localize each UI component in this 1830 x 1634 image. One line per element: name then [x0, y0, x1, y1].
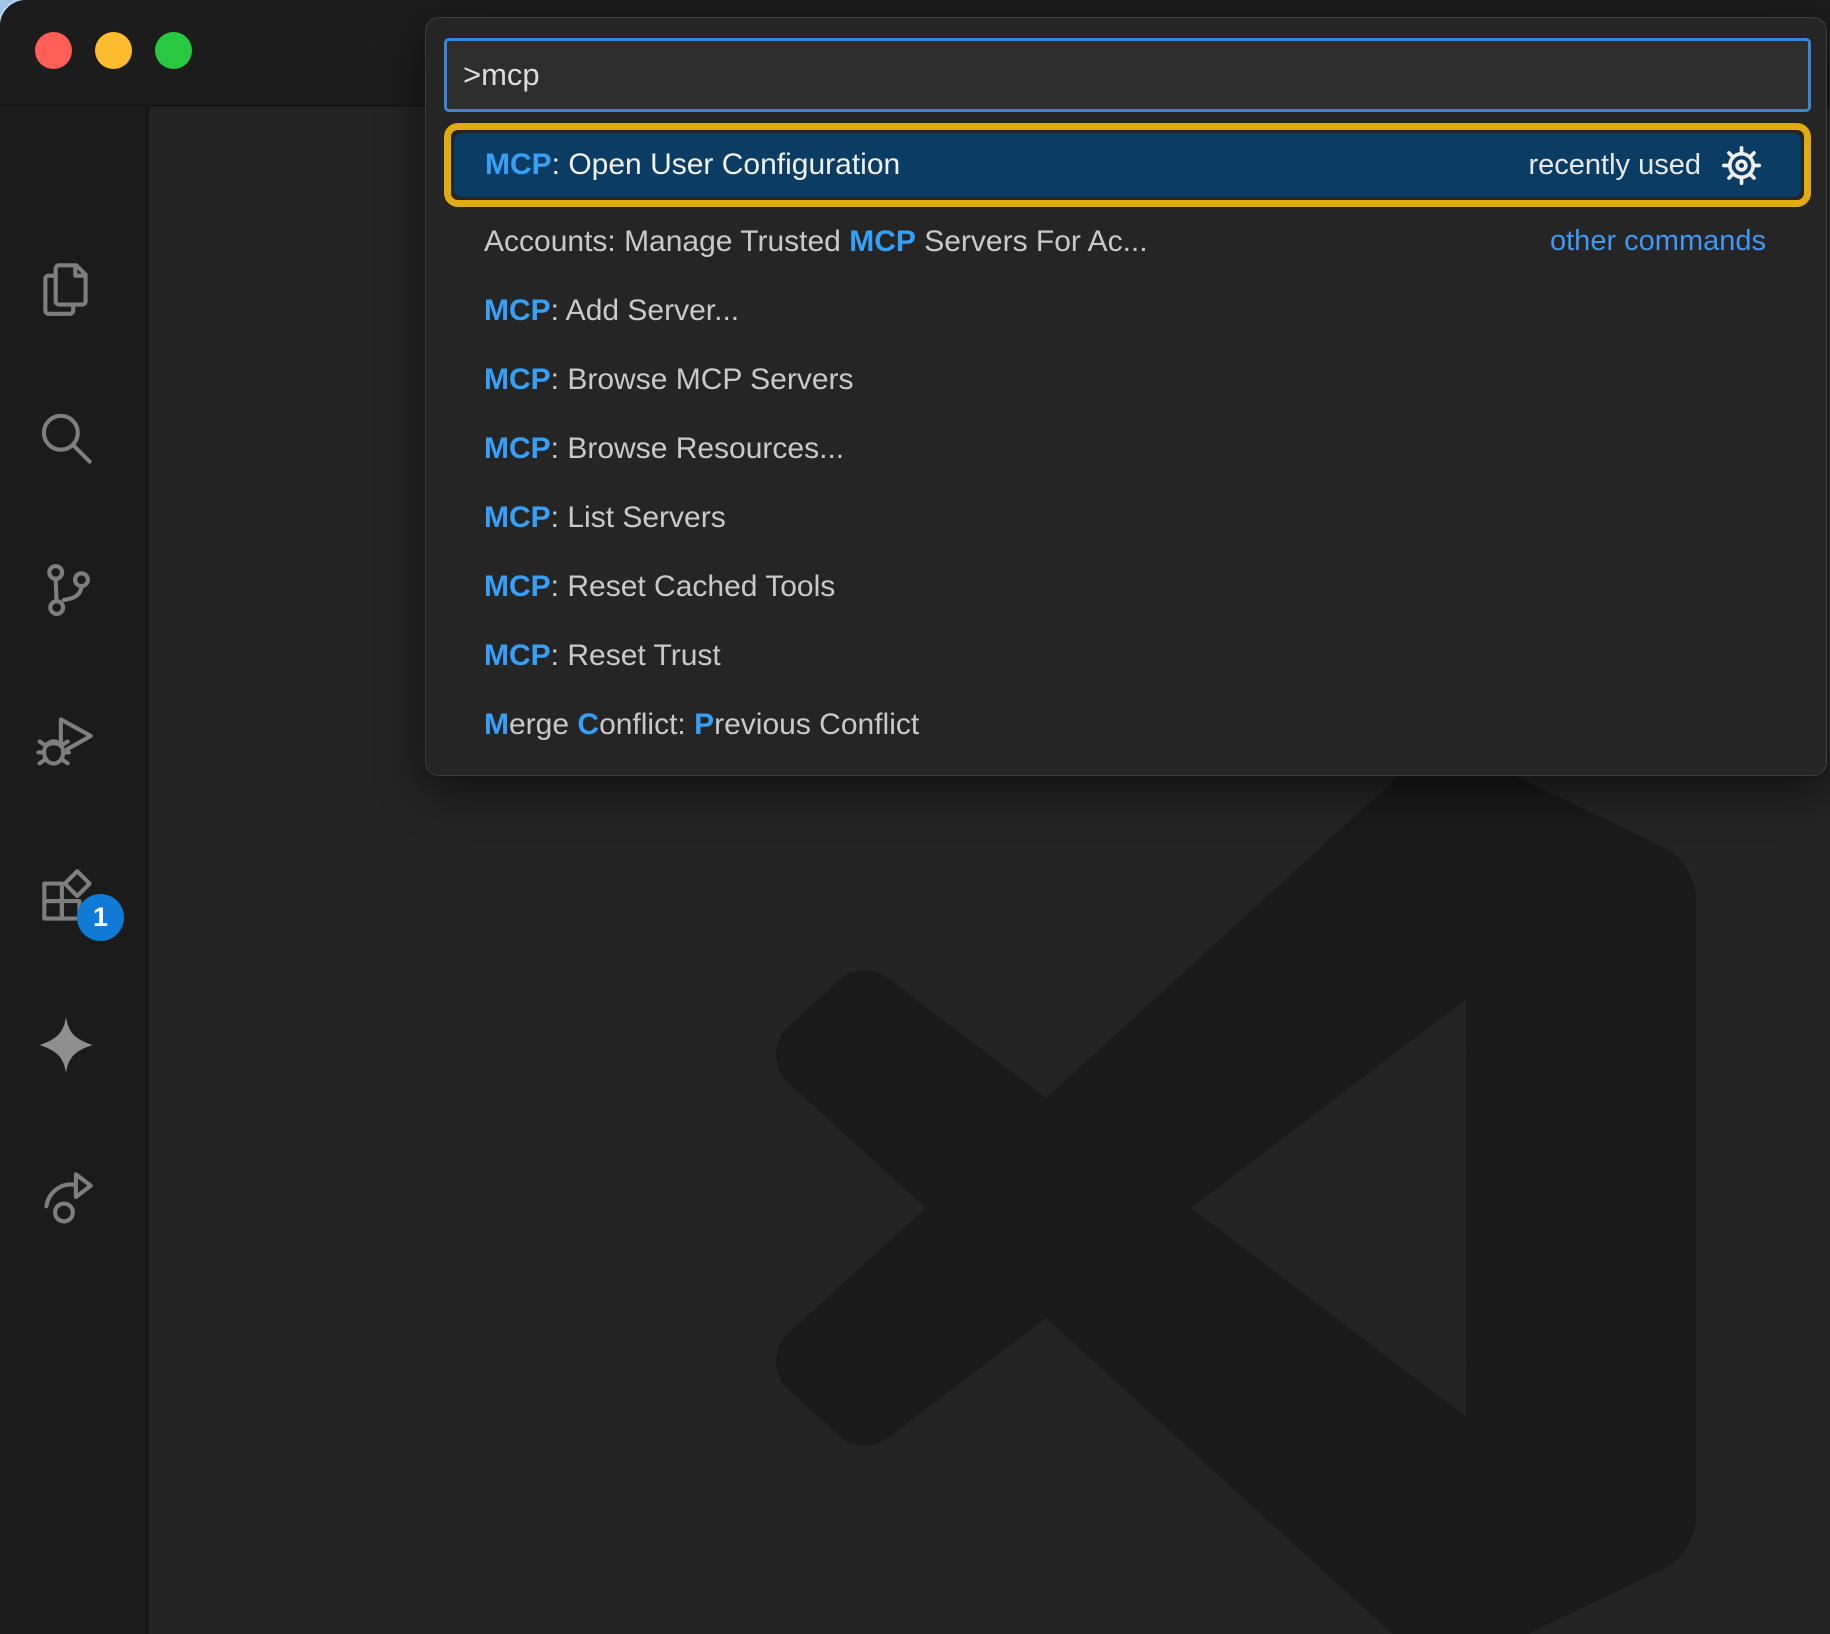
command-label: Merge Conflict: Previous Conflict [484, 708, 919, 742]
vscode-logo-watermark [776, 748, 1696, 1634]
sidebar-item-extensions[interactable]: 1 [33, 867, 99, 933]
sidebar-item-copilot[interactable] [33, 1012, 99, 1078]
command-label: MCP: Browse Resources... [484, 432, 844, 466]
command-palette-input[interactable]: >mcp [444, 38, 1811, 112]
command-meta: recently used [1529, 143, 1765, 188]
source-control-icon [33, 557, 99, 623]
gear-icon[interactable] [1719, 143, 1764, 188]
minimize-button[interactable] [95, 32, 132, 69]
command-palette: >mcp MCP: Open User Configuration recent… [425, 17, 1827, 776]
command-item[interactable]: MCP: Add Server... [426, 276, 1826, 345]
command-list: MCP: Open User Configuration recently us… [426, 123, 1826, 759]
command-item[interactable]: MCP: Browse Resources... [426, 414, 1826, 483]
run-and-debug-icon [33, 706, 99, 772]
command-item[interactable]: MCP: Reset Trust [426, 621, 1826, 690]
close-button[interactable] [35, 32, 72, 69]
command-label: MCP: Add Server... [484, 294, 739, 328]
vscode-window: 1 >mcp MCP: Open User Configuration rece… [0, 0, 1830, 1634]
command-meta: other commands [1550, 225, 1766, 258]
activity-bar: 1 [0, 107, 148, 1634]
command-item[interactable]: MCP: Open User Configuration recently us… [454, 133, 1801, 197]
sidebar-item-search[interactable] [33, 407, 99, 473]
command-meta-text: recently used [1529, 149, 1702, 182]
command-item[interactable]: Merge Conflict: Previous Conflict [426, 690, 1826, 759]
command-label: MCP: Reset Trust [484, 639, 721, 673]
command-item[interactable]: Accounts: Manage Trusted MCP Servers For… [426, 207, 1826, 276]
sidebar-item-explorer[interactable] [33, 255, 99, 321]
macos-window-controls [35, 32, 192, 69]
focus-ring: MCP: Open User Configuration recently us… [444, 123, 1811, 207]
command-item[interactable]: MCP: List Servers [426, 483, 1826, 552]
extensions-badge: 1 [77, 894, 124, 941]
search-icon [33, 407, 99, 473]
command-meta-text: other commands [1550, 225, 1766, 258]
command-item[interactable]: MCP: Browse MCP Servers [426, 345, 1826, 414]
command-label: MCP: List Servers [484, 501, 726, 535]
sidebar-item-source-control[interactable] [33, 557, 99, 623]
sidebar-item-run-debug[interactable] [33, 706, 99, 772]
command-label: MCP: Browse MCP Servers [484, 363, 854, 397]
command-item[interactable]: MCP: Reset Cached Tools [426, 552, 1826, 621]
files-icon [33, 255, 99, 321]
command-label: Accounts: Manage Trusted MCP Servers For… [484, 225, 1148, 259]
command-label: MCP: Open User Configuration [485, 148, 900, 182]
sparkle-icon [33, 1012, 99, 1078]
zoom-button[interactable] [155, 32, 192, 69]
live-share-icon [33, 1164, 99, 1230]
command-label: MCP: Reset Cached Tools [484, 570, 835, 604]
sidebar-item-live-share[interactable] [33, 1164, 99, 1230]
